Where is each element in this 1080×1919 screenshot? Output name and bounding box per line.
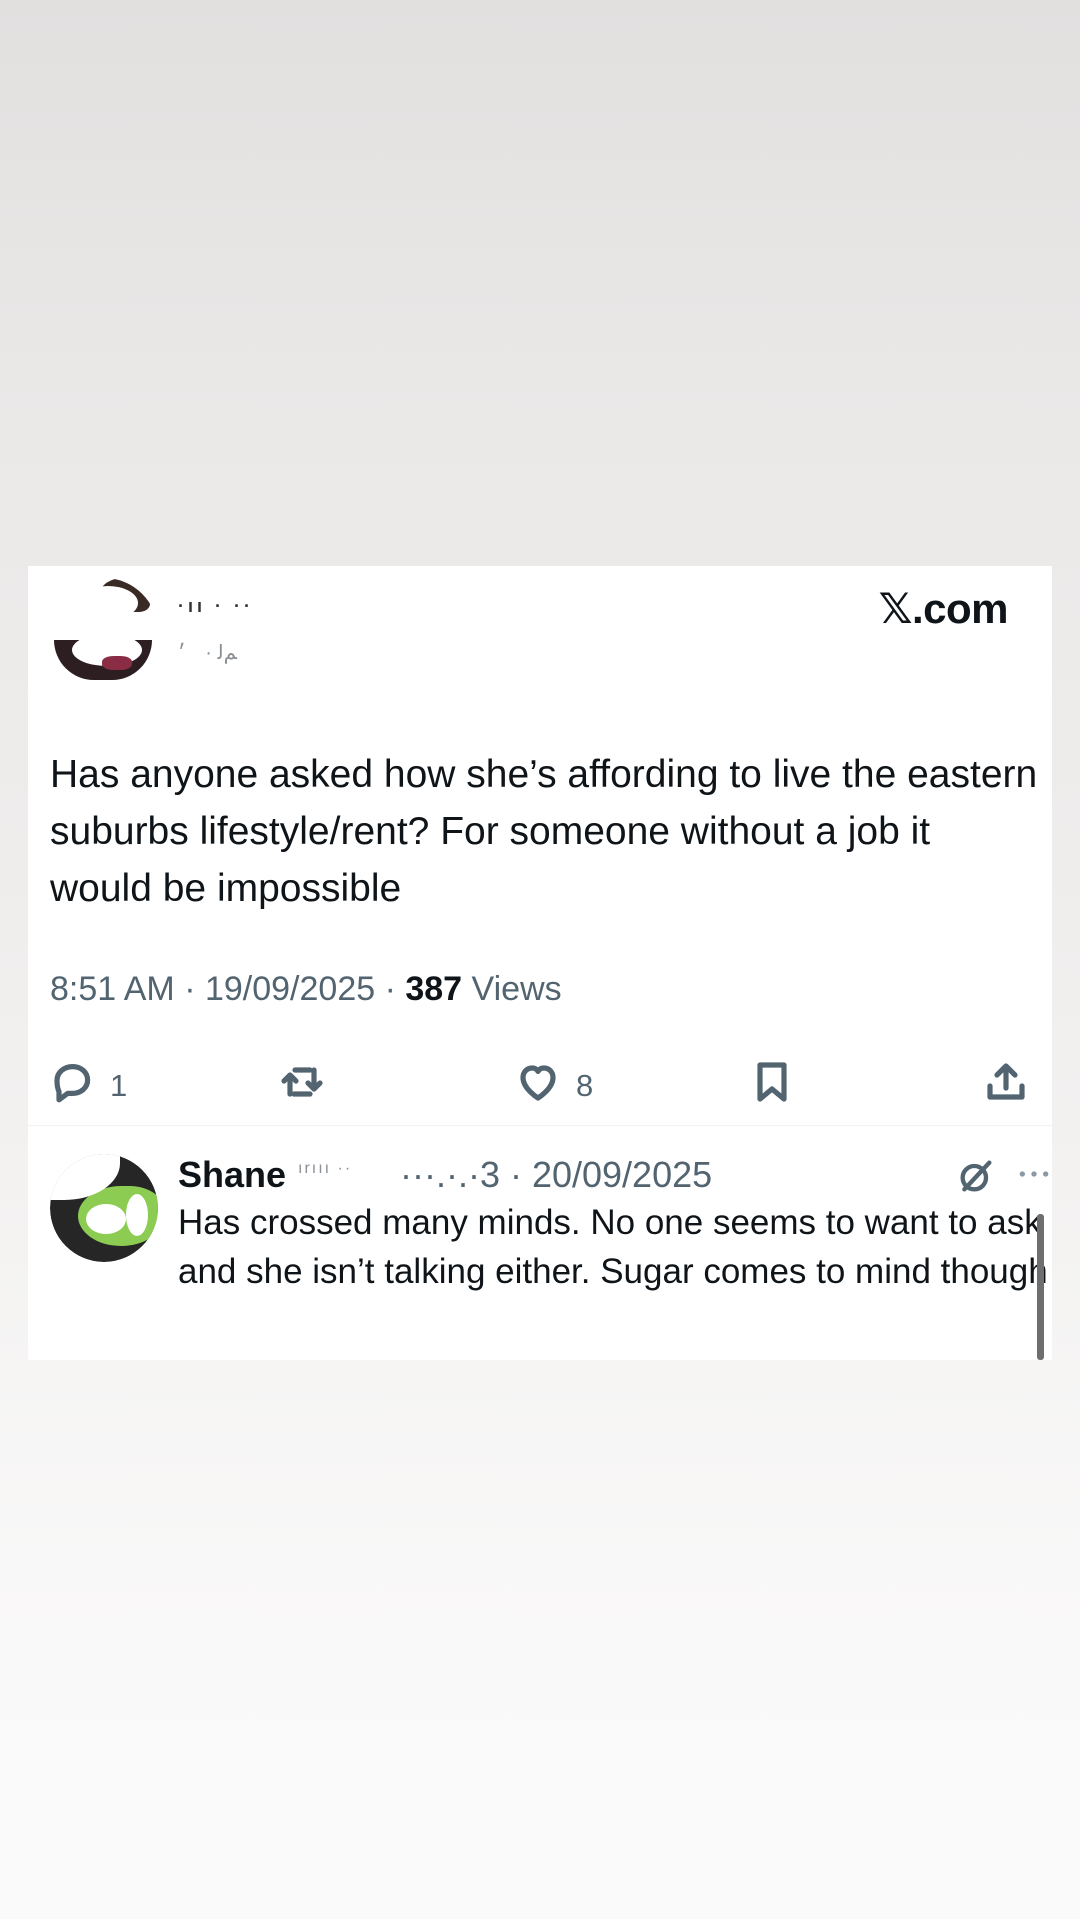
author-name-blurred[interactable]: ·ıı · ·· (178, 596, 254, 617)
share-upload-icon (982, 1058, 1030, 1114)
reply-bubble-icon (48, 1058, 96, 1114)
more-dots-icon[interactable] (1014, 1154, 1052, 1194)
site-label: 𝕏.com (878, 585, 1009, 632)
bookmark-button[interactable] (748, 1054, 796, 1118)
action-bar: 1 8 (28, 1054, 1052, 1118)
tweet-text: Has anyone asked how she’s affording to … (50, 753, 1038, 910)
like-count: 8 (576, 1068, 594, 1103)
reply-date[interactable]: ···.·.·3 · 20/09/2025 (400, 1154, 712, 1196)
like-button[interactable]: 8 (514, 1054, 593, 1118)
retweet-button[interactable] (278, 1054, 326, 1118)
meta-separator: · (375, 970, 406, 1008)
reply-count: 1 (110, 1068, 128, 1103)
reply-author-avatar[interactable] (50, 1154, 158, 1262)
heart-icon (514, 1058, 562, 1114)
tweet-meta: 8:51 AM · 19/09/2025 · 387 Views (50, 970, 562, 1009)
scrollbar[interactable] (1037, 1214, 1044, 1360)
author-handle-blurred: ﻢﻟ · ׳ (178, 642, 237, 664)
tweet-time[interactable]: 8:51 AM (50, 970, 175, 1008)
reply-author-handle-blurred: ırııı ·· (298, 1160, 353, 1177)
reply-button[interactable]: 1 (48, 1054, 127, 1118)
share-button[interactable] (982, 1054, 1030, 1118)
views-label: Views (471, 970, 562, 1008)
tweet-date[interactable]: 19/09/2025 (205, 970, 375, 1008)
divider (28, 1125, 1052, 1126)
reply-text: Has crossed many minds. No one seems to … (178, 1203, 1048, 1291)
views-count: 387 (405, 970, 463, 1008)
reply-header: Shane ırııı ·· ···.·.·3 · 20/09/2025 (178, 1150, 1049, 1198)
meta-separator: · (174, 970, 205, 1008)
author-avatar[interactable] (50, 578, 158, 686)
tweet-card: ·ıı · ·· ﻢﻟ · ׳ 𝕏.com Has anyone asked h… (28, 566, 1052, 1360)
reply-author-name[interactable]: Shane (178, 1154, 286, 1196)
bookmark-icon (748, 1058, 796, 1114)
retweet-icon (278, 1058, 326, 1114)
grok-icon[interactable] (956, 1156, 996, 1196)
